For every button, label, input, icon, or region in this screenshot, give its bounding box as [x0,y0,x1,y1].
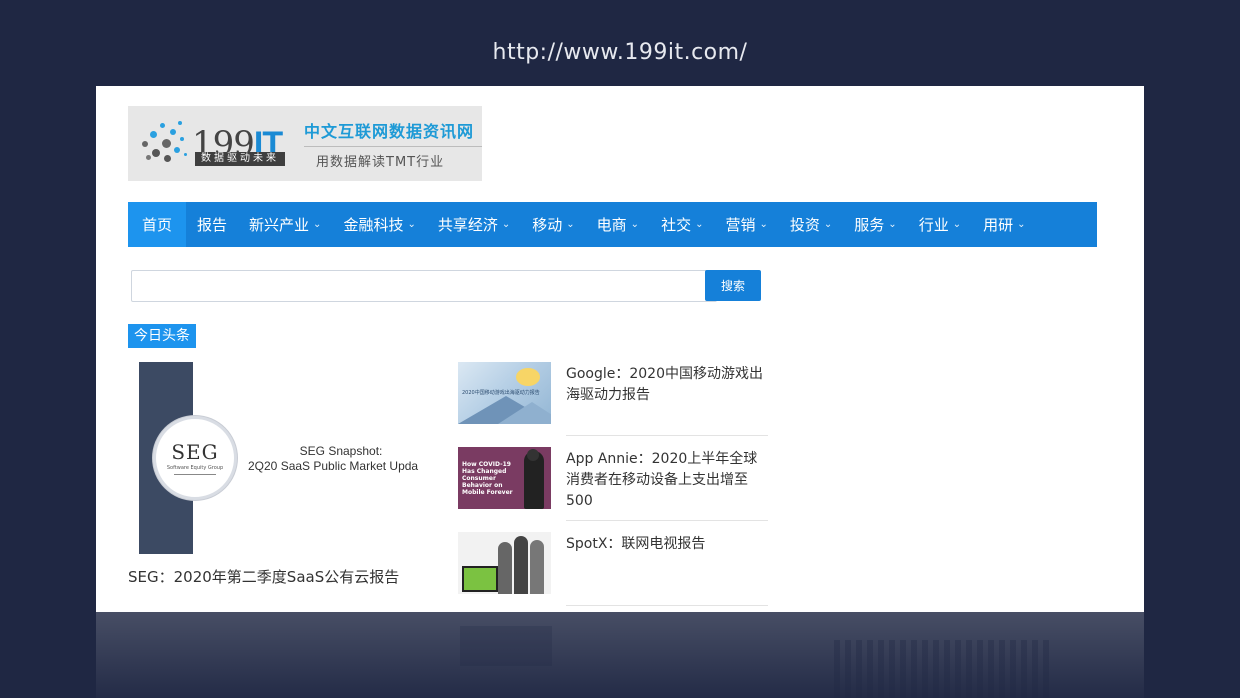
nav-item-investment[interactable]: 投资 ⌄ [779,202,843,247]
nav-item-label: 移动 [532,216,563,234]
featured-article-image[interactable]: SEG Software Equity Group SEG Snapshot: … [139,362,429,554]
article-thumbnail[interactable]: How COVID-19 Has Changed Consumer Behavi… [458,447,551,509]
search-input[interactable] [131,270,717,302]
thumbnail-person [530,540,544,594]
list-item[interactable]: SpotX：联网电视报告 [458,532,768,612]
thumbnail-person-head [527,449,539,461]
thumbnail-text: How COVID-19 Has Changed Consumer Behavi… [462,461,513,496]
section-tag-headlines: 今日头条 [128,324,196,348]
nav-item-label: 投资 [789,216,820,234]
nav-item-label: 用研 [983,216,1014,234]
nav-item-services[interactable]: 服务 ⌄ [843,202,907,247]
thumbnail-mountain [498,402,551,424]
site-logo[interactable]: 199IT 数据驱动未来 中文互联网数据资讯网 用数据解读TMT行业 [128,106,482,181]
search-button[interactable]: 搜索 [705,270,761,301]
nav-item-fintech[interactable]: 金融科技 ⌄ [332,202,426,247]
chevron-down-icon: ⌄ [1017,219,1026,230]
nav-item-label: 社交 [661,216,692,234]
nav-item-label: 金融科技 [343,216,404,234]
nav-item-label: 首页 [142,216,173,234]
nav-item-label: 服务 [854,216,885,234]
list-item[interactable]: 2020中国移动游戏出海驱动力报告 Google：2020中国移动游戏出海驱动力… [458,362,768,446]
qr-code-icon [834,640,1054,698]
nav-item-emerging[interactable]: 新兴产业 ⌄ [238,202,332,247]
article-thumbnail[interactable] [458,532,551,594]
thumbnail-text: 2020中国移动游戏出海驱动力报告 [462,390,540,396]
logo-cn-subtitle: 用数据解读TMT行业 [316,155,445,170]
seg-logo-icon: SEG Software Equity Group [153,416,237,500]
seg-logo-text: SEG [171,439,219,464]
logo-text-block: 中文互联网数据资讯网 用数据解读TMT行业 [304,118,482,170]
logo-dots-icon [140,119,190,169]
page-url-caption: http://www.199it.com/ [492,40,748,65]
thumbnail-sun [516,368,540,386]
thumbnail-person [498,542,512,594]
chevron-down-icon: ⌄ [759,219,768,230]
chevron-down-icon: ⌄ [630,219,640,230]
article-divider [566,520,768,521]
nav-item-ecommerce[interactable]: 电商 ⌄ [586,202,650,247]
nav-item-label: 电商 [596,216,627,234]
logo-cn-title: 中文互联网数据资讯网 [304,122,475,141]
nav-item-label: 新兴产业 [249,216,310,234]
website-screenshot-card: 199IT 数据驱动未来 中文互联网数据资讯网 用数据解读TMT行业 首页 报告… [96,86,1144,612]
nav-item-label: 报告 [197,216,228,234]
article-title[interactable]: SpotX：联网电视报告 [566,534,770,555]
featured-image-subtitle: 2Q20 SaaS Public Market Upda [248,459,419,473]
right-sidebar [796,270,1096,570]
nav-item-label: 行业 [918,216,949,234]
nav-item-label: 营销 [725,216,756,234]
nav-item-industry[interactable]: 行业 ⌄ [908,202,972,247]
reflection-thumb [460,626,552,666]
card-reflection [96,612,1144,698]
list-item[interactable]: How COVID-19 Has Changed Consumer Behavi… [458,447,768,531]
seg-logo-line [174,473,216,475]
chevron-down-icon: ⌄ [695,219,704,230]
nav-item-social[interactable]: 社交 ⌄ [650,202,714,247]
main-nav: 首页 报告 新兴产业 ⌄ 金融科技 ⌄ 共享经济 ⌄ 移动 ⌄ 电商 ⌄ 社交 ⌄ 营销 ⌄ … [128,202,1097,247]
nav-item-home[interactable]: 首页 [128,202,187,247]
featured-article-title[interactable]: SEG：2020年第二季度SaaS公有云报告 [128,566,399,587]
article-title[interactable]: Google：2020中国移动游戏出海驱动力报告 [566,364,770,406]
nav-item-research[interactable]: 用研 ⌄ [972,202,1036,247]
chevron-down-icon: ⌄ [823,219,833,230]
nav-item-label: 共享经济 [437,216,498,234]
article-divider [566,435,768,436]
chevron-down-icon: ⌄ [566,219,575,230]
nav-item-mobile[interactable]: 移动 ⌄ [521,202,585,247]
nav-item-reports[interactable]: 报告 [186,202,238,247]
chevron-down-icon: ⌄ [501,219,511,230]
chevron-down-icon: ⌄ [407,219,416,230]
thumbnail-person [514,536,528,594]
chevron-down-icon: ⌄ [952,219,962,230]
chevron-down-icon: ⌄ [313,219,322,230]
chevron-down-icon: ⌄ [888,219,897,230]
nav-item-marketing[interactable]: 营销 ⌄ [714,202,778,247]
article-title[interactable]: App Annie：2020上半年全球消费者在移动设备上支出增至500 [566,449,770,512]
nav-item-sharing[interactable]: 共享经济 ⌄ [427,202,521,247]
logo-tagline: 数据驱动未来 [195,152,285,166]
article-divider [566,605,768,606]
logo-divider [304,146,482,147]
featured-image-title: SEG Snapshot: [299,444,383,458]
article-thumbnail[interactable]: 2020中国移动游戏出海驱动力报告 [458,362,551,424]
seg-logo-sub: Software Equity Group [166,464,224,471]
tv-icon [462,566,498,592]
